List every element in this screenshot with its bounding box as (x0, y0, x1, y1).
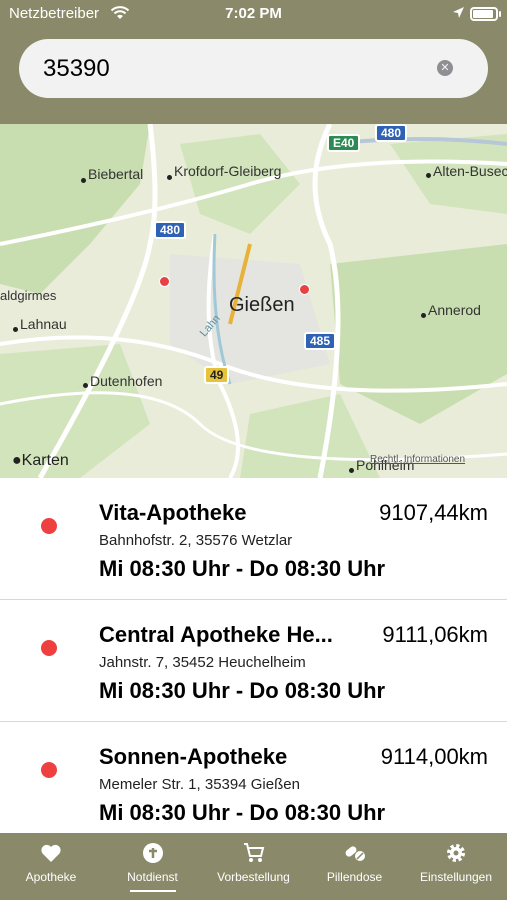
place-label-dutenhofen: Dutenhofen (90, 373, 163, 389)
tab-label: Apotheke (25, 870, 77, 884)
tab-label: Vorbestellung (217, 870, 290, 884)
place-dot (167, 175, 172, 180)
maps-attribution: ●Karten (12, 452, 69, 470)
clear-circle-icon[interactable]: ✕ (437, 60, 453, 76)
tab-label: Einstellungen (419, 870, 493, 884)
tab-label: Pillendose (326, 870, 383, 884)
status-bar: Netzbetreiber 7:02 PM (0, 0, 507, 30)
status-time: 7:02 PM (225, 5, 282, 22)
emergency-icon (142, 843, 163, 863)
tab-einstellungen[interactable]: Einstellungen (405, 833, 507, 900)
place-dot (81, 178, 86, 183)
pharmacy-hours: Mi 08:30 Uhr - Do 08:30 Uhr (99, 556, 386, 581)
road-shield-a480-west: 480 (154, 221, 187, 239)
list-item[interactable]: Sonnen-Apotheke 9114,00km Memeler Str. 1… (0, 722, 507, 834)
maps-attribution-label: Karten (21, 452, 69, 469)
pharmacy-name: Sonnen-Apotheke (99, 744, 288, 769)
pharmacy-hours: Mi 08:30 Uhr - Do 08:30 Uhr (99, 800, 386, 825)
location-arrow-icon (453, 7, 464, 18)
place-label-lahnau: Lahnau (20, 316, 67, 332)
legal-link[interactable]: Rechtl. Informationen (370, 454, 465, 465)
pharmacy-address: Jahnstr. 7, 35452 Heuchelheim (99, 654, 306, 671)
battery-tip (499, 11, 501, 17)
tab-bar: Apotheke Notdienst Vorbestellung Pillend… (0, 833, 507, 900)
pharmacy-address: Memeler Str. 1, 35394 Gießen (99, 776, 300, 793)
road-shield-a485: 485 (304, 332, 337, 350)
pharmacy-name: Vita-Apotheke (99, 500, 247, 525)
pharmacy-distance: 9114,00km (380, 744, 488, 769)
search-field[interactable]: ✕ (19, 39, 488, 98)
map-pin[interactable] (159, 276, 170, 287)
place-dot (421, 313, 426, 318)
road-shield-b49: 49 (204, 366, 230, 384)
place-dot (13, 327, 18, 332)
place-dot (83, 383, 88, 388)
map-pin[interactable] (299, 284, 310, 295)
pharmacy-distance: 9111,06km (382, 622, 488, 647)
battery-icon (470, 7, 498, 21)
tab-label: Notdienst (127, 870, 178, 884)
active-tab-indicator (129, 890, 176, 892)
pharmacy-distance: 9107,44km (379, 500, 488, 525)
list-item[interactable]: Central Apotheke He... 9111,06km Jahnstr… (0, 600, 507, 722)
place-dot (426, 173, 431, 178)
tab-apotheke[interactable]: Apotheke (0, 833, 102, 900)
pharmacy-hours: Mi 08:30 Uhr - Do 08:30 Uhr (99, 678, 386, 703)
tab-notdienst[interactable]: Notdienst (102, 833, 203, 900)
place-dot (349, 468, 354, 473)
tab-pillendose[interactable]: Pillendose (304, 833, 405, 900)
pharmacy-address: Bahnhofstr. 2, 35576 Wetzlar (99, 532, 293, 549)
place-label-waldgirmes: aldgirmes (0, 288, 57, 303)
map-view[interactable]: Biebertal Krofdorf-Gleiberg Alten-Buseck… (0, 124, 507, 478)
place-label-krofdorf: Krofdorf-Gleiberg (174, 163, 282, 179)
search-input[interactable] (43, 54, 423, 84)
tab-vorbestellung[interactable]: Vorbestellung (203, 833, 304, 900)
cart-icon (243, 843, 264, 862)
place-label-biebertal: Biebertal (88, 166, 144, 182)
road-shield-e40: E40 (327, 134, 361, 152)
status-dot (41, 518, 57, 534)
place-label-alten-buseck: Alten-Buseck (433, 163, 507, 179)
apple-logo-icon: ● (12, 452, 22, 469)
status-dot (41, 762, 57, 778)
pills-icon (345, 846, 365, 861)
place-label-giessen: Gießen (229, 294, 295, 316)
place-label-annerod: Annerod (428, 302, 481, 318)
list-item[interactable]: Vita-Apotheke 9107,44km Bahnhofstr. 2, 3… (0, 478, 507, 600)
pharmacy-name: Central Apotheke He... (99, 622, 333, 647)
gear-icon (447, 844, 465, 862)
heart-icon (41, 844, 61, 862)
pharmacy-list[interactable]: Vita-Apotheke 9107,44km Bahnhofstr. 2, 3… (0, 478, 507, 834)
road-shield-a480: 480 (375, 124, 408, 142)
status-dot (41, 640, 57, 656)
